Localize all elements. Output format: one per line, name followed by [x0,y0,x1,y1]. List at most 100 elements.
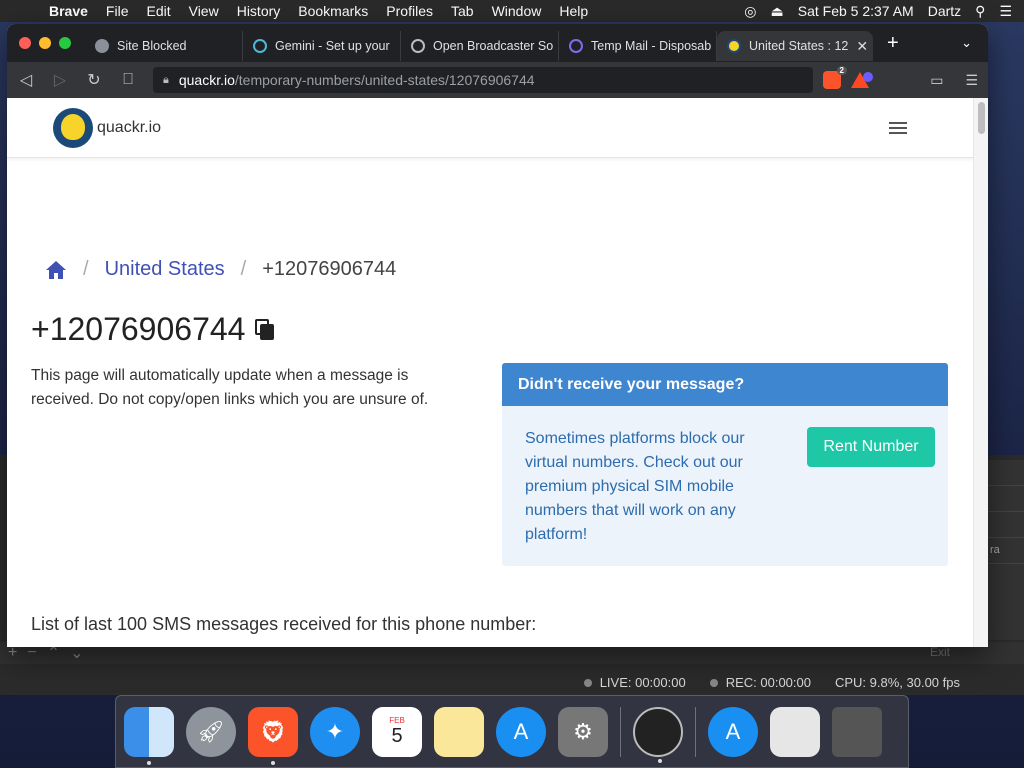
home-icon[interactable] [45,260,67,280]
close-tab-icon[interactable]: ✕ [856,38,868,55]
web-page: quackr.io / United States / +12076906744… [7,98,973,647]
rent-number-card: Didn't receive your message? Sometimes p… [502,363,948,566]
trash-icon[interactable] [832,706,882,757]
document-icon[interactable] [770,706,820,757]
eject-icon[interactable]: ⏏ [771,3,784,20]
app-store-download-icon[interactable]: A [708,706,758,757]
tab-label: Site Blocked [117,39,187,53]
calendar-day: 5 [391,724,403,747]
tab-label: Open Broadcaster So [433,39,554,53]
obs-icon [411,39,425,53]
obs-cpu: CPU: 9.8%, 30.00 fps [834,674,960,690]
obs-status-bar: LIVE: 00:00:00 REC: 00:00:00 CPU: 9.8%, … [0,669,1024,695]
window-controls [7,37,85,49]
forward-icon[interactable]: ▷ [51,70,69,90]
close-window-icon[interactable] [19,37,31,49]
menu-edit[interactable]: Edit [137,3,179,19]
sms-list-title: List of last 100 SMS messages received f… [31,614,537,634]
tempmail-icon [569,39,583,53]
card-title: Didn't receive your message? [502,363,948,406]
breadcrumb-separator: / [83,258,89,280]
brave-rewards-icon[interactable] [851,72,873,88]
obs-rec-time: REC: 00:00:00 [725,674,811,690]
reload-icon[interactable]: ↻ [85,70,103,90]
obs-side-panel: ra [988,460,1024,640]
calendar-month: FEB [389,715,405,725]
tab-united-states[interactable]: United States : 12 ✕ [717,31,873,61]
brave-browser-icon[interactable]: 🦁︎ [248,706,298,765]
url-host: quackr.io [178,72,235,88]
menu-view[interactable]: View [180,3,228,19]
tab-gemini[interactable]: Gemini - Set up your [243,31,401,61]
tab-list-chevron-down-icon[interactable]: ⌄ [961,35,988,51]
menu-tab[interactable]: Tab [442,3,483,19]
tab-site-blocked[interactable]: Site Blocked [85,31,243,61]
rent-number-button[interactable]: Rent Number [807,427,935,467]
browser-window: Site Blocked Gemini - Set up your Open B… [7,24,988,647]
menu-file[interactable]: File [97,3,138,19]
menu-window[interactable]: Window [483,3,551,19]
tab-label: Gemini - Set up your [275,39,390,53]
obs-live-time: LIVE: 00:00:00 [599,674,686,690]
menu-bar: Brave File Edit View History Bookmarks P… [0,0,1024,22]
breadcrumb-country-link[interactable]: United States [105,258,225,281]
obs-status-icon[interactable]: ◎ [744,3,756,20]
copy-icon[interactable] [255,318,275,341]
dock-divider [620,706,621,757]
gemini-icon [253,39,267,53]
obs-exit-button[interactable]: Exit [930,645,950,659]
zoom-window-icon[interactable] [59,37,71,49]
page-description: This page will automatically update when… [31,367,429,408]
new-tab-button[interactable]: + [873,32,913,55]
breadcrumb-current: +12076906744 [262,258,397,280]
site-logo[interactable]: quackr.io [53,107,161,148]
obs-studio-icon[interactable] [633,706,683,763]
calendar-icon[interactable]: FEB 5 [372,706,422,757]
bookmark-icon[interactable]: ⎕ [119,71,137,89]
brave-extensions: 2 [823,66,873,89]
menu-icon[interactable]: ☰ [965,72,978,89]
menu-history[interactable]: History [228,3,290,19]
tab-bar: Site Blocked Gemini - Set up your Open B… [7,24,988,62]
scrollbar-thumb[interactable] [978,102,985,134]
menu-profiles[interactable]: Profiles [377,3,442,19]
live-indicator-icon [583,679,592,688]
control-center-icon[interactable]: ☰ [999,3,1012,20]
back-icon[interactable]: ◁ [17,70,35,90]
lock-icon[interactable]: 🔒︎ [163,74,169,87]
shields-count-badge: 2 [836,66,847,75]
minimize-window-icon[interactable] [39,37,51,49]
breadcrumb: / United States / +12076906744 [45,258,396,281]
tab-obs[interactable]: Open Broadcaster So [401,31,559,61]
wallet-icon[interactable]: ▭ [930,72,943,89]
app-store-icon[interactable]: A [496,706,546,757]
menu-help[interactable]: Help [550,3,597,19]
brave-shields-icon[interactable]: 2 [823,66,847,89]
dock-divider [695,706,696,757]
dock: 🚀︎ 🦁︎ ✦ FEB 5 A ⚙︎ A [115,695,909,768]
menu-bookmarks[interactable]: Bookmarks [289,3,377,19]
breadcrumb-separator: / [240,258,247,280]
site-header: quackr.io [7,98,973,158]
rec-indicator-icon [709,679,718,688]
address-bar[interactable]: 🔒︎ quackr.io/temporary-numbers/united-st… [153,67,813,93]
page-scrollbar[interactable] [973,98,988,647]
hamburger-menu-icon[interactable] [889,119,907,137]
user-name[interactable]: Dartz [928,3,961,19]
finder-icon[interactable] [124,706,174,765]
notes-icon[interactable] [434,706,484,757]
card-body: Sometimes platforms block our virtual nu… [525,430,745,543]
safari-icon[interactable]: ✦ [310,706,360,757]
phone-number: +12076906744 [31,311,246,347]
tab-temp-mail[interactable]: Temp Mail - Disposab [559,31,717,61]
system-preferences-icon[interactable]: ⚙︎ [558,706,608,757]
browser-toolbar: ◁ ▷ ↻ ⎕ 🔒︎ quackr.io/temporary-numbers/u… [7,62,988,98]
launchpad-icon[interactable]: 🚀︎ [186,706,236,757]
menu-app-name[interactable]: Brave [40,3,97,19]
tab-label: United States : 12 [749,39,849,53]
tab-label: Temp Mail - Disposab [591,39,712,53]
page-title: +12076906744 [31,311,275,348]
clock[interactable]: Sat Feb 5 2:37 AM [798,3,914,19]
spotlight-search-icon[interactable]: ⚲ [975,3,985,20]
url-path: /temporary-numbers/united-states/1207690… [234,72,535,88]
